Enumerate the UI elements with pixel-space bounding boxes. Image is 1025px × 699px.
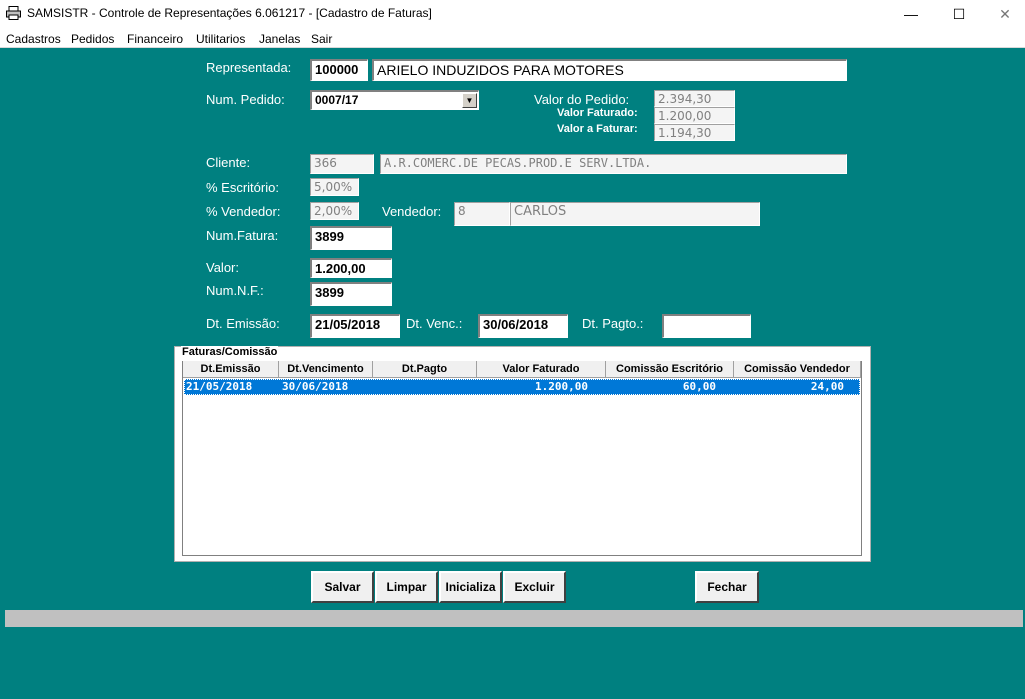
close-button[interactable]: ✕ [982, 0, 1025, 28]
num-pedido-label: Num. Pedido: [206, 92, 285, 107]
col-comissao-escritorio[interactable]: Comissão Escritório [606, 361, 734, 378]
col-dt-emissao[interactable]: Dt.Emissão [183, 361, 279, 378]
minimize-button[interactable]: — [888, 0, 934, 28]
num-nf-field[interactable]: 3899 [310, 282, 392, 306]
col-dt-vencimento[interactable]: Dt.Vencimento [279, 361, 373, 378]
representada-label: Representada: [206, 60, 292, 75]
valor-faturado-field: 1.200,00 [654, 107, 735, 124]
num-fatura-field[interactable]: 3899 [310, 226, 392, 250]
inicializa-label: Inicializa [445, 580, 496, 594]
valor-a-faturar-label: Valor a Faturar: [557, 123, 638, 135]
groupbox-caption: Faturas/Comissão [181, 346, 279, 358]
vendedor-label: Vendedor: [382, 204, 442, 219]
menu-utilitarios[interactable]: Utilitarios [196, 32, 245, 46]
vendedor-pct-field: 2,00% [310, 202, 359, 220]
cliente-code-field: 366 [310, 154, 374, 174]
salvar-button[interactable]: Salvar [311, 571, 374, 603]
dt-venc-field[interactable]: 30/06/2018 [478, 314, 568, 338]
cliente-name-field: A.R.COMERC.DE PECAS.PROD.E SERV.LTDA. [380, 154, 847, 174]
title-bar: SAMSISTR - Controle de Representações 6.… [0, 0, 1025, 28]
menu-bar: Cadastros Pedidos Financeiro Utilitarios… [0, 28, 1025, 48]
limpar-button[interactable]: Limpar [375, 571, 438, 603]
escritorio-label: % Escritório: [206, 180, 279, 195]
vendedor-code-field: 8 [454, 202, 510, 226]
dt-pagto-label: Dt. Pagto.: [582, 316, 644, 331]
cell-dt-emissao: 21/05/2018 [186, 380, 253, 393]
valor-faturado-label: Valor Faturado: [557, 107, 638, 119]
maximize-button[interactable]: ☐ [936, 0, 982, 28]
num-nf-label: Num.N.F.: [206, 283, 264, 298]
valor-pedido-field: 2.394,30 [654, 90, 735, 107]
inicializa-button[interactable]: Inicializa [439, 571, 502, 603]
printer-icon [6, 6, 21, 20]
limpar-label: Limpar [386, 580, 427, 594]
chevron-down-icon[interactable]: ▼ [462, 93, 477, 108]
valor-field[interactable]: 1.200,00 [310, 258, 392, 278]
dt-pagto-field[interactable] [662, 314, 751, 338]
representada-name-field[interactable]: ARIELO INDUZIDOS PARA MOTORES [372, 59, 847, 81]
dt-venc-label: Dt. Venc.: [406, 316, 463, 331]
status-bar [5, 610, 1023, 627]
cell-comissao-vendedor: 24,00 [810, 380, 844, 393]
menu-cadastros[interactable]: Cadastros [6, 32, 61, 46]
num-fatura-label: Num.Fatura: [206, 228, 279, 243]
valor-pedido-label: Valor do Pedido: [534, 92, 630, 107]
excluir-label: Excluir [514, 580, 555, 594]
escritorio-field: 5,00% [310, 178, 359, 196]
valor-a-faturar-field: 1.194,30 [654, 124, 735, 141]
cell-valor-faturado: 1.200,00 [535, 380, 588, 393]
col-dt-pagto[interactable]: Dt.Pagto [373, 361, 477, 378]
salvar-label: Salvar [324, 580, 361, 594]
vendedor-name-field: CARLOS [510, 202, 760, 226]
num-pedido-value: 0007/17 [315, 93, 359, 107]
menu-pedidos[interactable]: Pedidos [71, 32, 114, 46]
excluir-button[interactable]: Excluir [503, 571, 566, 603]
fechar-label: Fechar [707, 580, 747, 594]
col-valor-faturado[interactable]: Valor Faturado [477, 361, 606, 378]
menu-janelas[interactable]: Janelas [259, 32, 300, 46]
window-title: SAMSISTR - Controle de Representações 6.… [27, 6, 432, 20]
num-pedido-combo[interactable]: 0007/17 ▼ [310, 90, 479, 110]
representada-code-field[interactable]: 100000 [310, 59, 368, 81]
cliente-label: Cliente: [206, 155, 251, 170]
valor-label: Valor: [206, 260, 239, 275]
cell-dt-vencimento: 30/06/2018 [282, 380, 349, 393]
vendedor-pct-label: % Vendedor: [206, 204, 281, 219]
menu-financeiro[interactable]: Financeiro [127, 32, 183, 46]
fechar-button[interactable]: Fechar [695, 571, 759, 603]
dt-emissao-label: Dt. Emissão: [206, 316, 280, 331]
cell-comissao-escritorio: 60,00 [682, 380, 716, 393]
dt-emissao-field[interactable]: 21/05/2018 [310, 314, 400, 338]
col-comissao-vendedor[interactable]: Comissão Vendedor [734, 361, 861, 378]
menu-sair[interactable]: Sair [311, 32, 332, 46]
